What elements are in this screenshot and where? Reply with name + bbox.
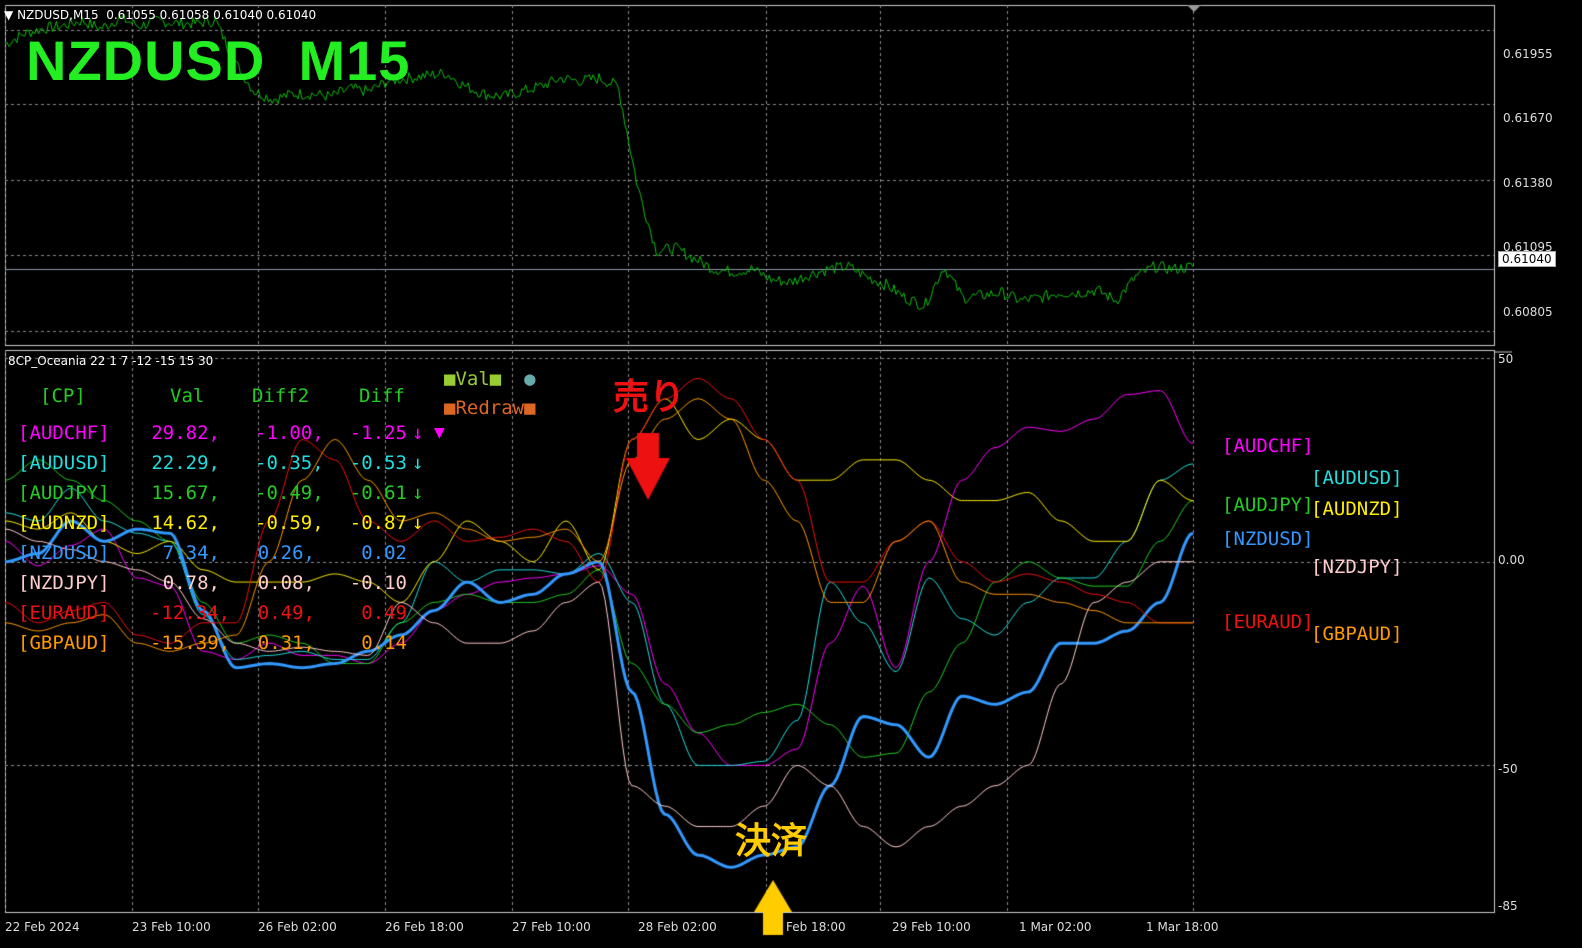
row-pair: [AUDNZD] xyxy=(18,512,110,534)
pair-label-gbpaud: [GBPAUD] xyxy=(1311,623,1403,645)
pair-label-audchf: [AUDCHF] xyxy=(1222,435,1314,457)
legend-redraw-square-icon: ■ xyxy=(524,397,536,419)
time-axis-label: 28 Feb 02:00 xyxy=(638,920,717,934)
row-pair: [EURAUD] xyxy=(18,602,110,624)
pair-label-nzdjpy: [NZDJPY] xyxy=(1311,556,1403,578)
time-axis-label: 22 Feb 2024 xyxy=(5,920,80,934)
current-price-label: 0.61040 xyxy=(1498,251,1556,267)
pair-label-audjpy: [AUDJPY] xyxy=(1222,494,1314,516)
table-header-cp: [CP] xyxy=(40,385,86,407)
row-diff2: -0.35, xyxy=(255,452,324,474)
time-axis-label: 1 Mar 02:00 xyxy=(1019,920,1092,934)
legend-val-square-icon: ■ xyxy=(444,368,456,390)
table-header-diff: Diff xyxy=(359,385,405,407)
row-val: 22.29, xyxy=(151,452,220,474)
symbol-info: NZDUSD,M15 0.61055 0.61058 0.61040 0.610… xyxy=(17,8,317,22)
pair-label-audusd: [AUDUSD] xyxy=(1311,467,1403,489)
row-pair: [GBPAUD] xyxy=(18,632,110,654)
time-axis-label: 26 Feb 18:00 xyxy=(385,920,464,934)
indicator-axis-label: 0.00 xyxy=(1498,553,1525,567)
row-diff2: 0.49, xyxy=(257,602,315,624)
row-pair: [AUDCHF] xyxy=(18,422,110,444)
row-diff: 0.14 xyxy=(361,632,407,654)
row-diff: -1.25 xyxy=(349,422,407,444)
row-val: 7.34, xyxy=(162,542,220,564)
row-diff2: 0.08, xyxy=(257,572,315,594)
table-header-val: Val xyxy=(170,385,205,407)
row-diff: -0.53 xyxy=(349,452,407,474)
row-val: -15.39, xyxy=(150,632,231,654)
indicator-axis-label: -50 xyxy=(1498,762,1518,776)
row-pair: [AUDJPY] xyxy=(18,482,110,504)
row-diff: -0.87 xyxy=(349,512,407,534)
time-axis-label: 29 Feb 10:00 xyxy=(892,920,971,934)
row-val: 14.62, xyxy=(151,512,220,534)
table-header-diff2: Diff2 xyxy=(252,385,310,407)
price-axis-label: 0.61670 xyxy=(1503,111,1553,125)
legend-redraw: ■Redraw■ xyxy=(444,397,536,419)
pair-label-audnzd: [AUDNZD] xyxy=(1311,498,1403,520)
row-diff: -0.10 xyxy=(349,572,407,594)
time-axis-label: 23 Feb 10:00 xyxy=(132,920,211,934)
row-arrow-icon: ↓ xyxy=(412,482,424,504)
legend-val: ■Val■ ● xyxy=(444,368,536,390)
symbol-header: ▼ NZDUSD,M15 0.61055 0.61058 0.61040 0.6… xyxy=(4,8,316,22)
row-pair: [AUDUSD] xyxy=(18,452,110,474)
row-pair: [NZDUSD] xyxy=(18,542,110,564)
pair-label-nzdusd: [NZDUSD] xyxy=(1222,528,1314,550)
indicator-axis-label: 50 xyxy=(1498,352,1514,366)
row-arrow-icon: ↓ xyxy=(412,452,424,474)
row-arrow-icon: ↓ xyxy=(412,422,424,444)
price-axis-label: 0.61955 xyxy=(1503,47,1553,61)
row-val: 29.82, xyxy=(151,422,220,444)
row-val: -12.34, xyxy=(150,602,231,624)
row-val: 15.67, xyxy=(151,482,220,504)
settle-annotation: 決済 xyxy=(735,821,808,862)
row-diff2: 0.31, xyxy=(257,632,315,654)
row-diff: 0.02 xyxy=(361,542,407,564)
magenta-marker-icon: ▼ xyxy=(434,425,445,441)
collapse-triangle-icon[interactable]: ▼ xyxy=(4,8,13,22)
chart-big-title: NZDUSD M15 xyxy=(26,29,411,92)
row-diff2: 0.26, xyxy=(257,542,315,564)
price-axis-label: 0.61380 xyxy=(1503,176,1553,190)
row-diff: -0.61 xyxy=(349,482,407,504)
indicator-name: 8CP_Oceania 22 1 7 -12 -15 15 30 xyxy=(8,354,214,368)
legend-redraw-square-icon: ■ xyxy=(444,397,456,419)
row-arrow-icon: ↓ xyxy=(412,512,424,534)
row-diff2: -1.00, xyxy=(255,422,324,444)
row-val: 0.78, xyxy=(162,572,220,594)
row-diff2: -0.49, xyxy=(255,482,324,504)
row-pair: [NZDJPY] xyxy=(18,572,110,594)
row-diff2: -0.59, xyxy=(255,512,324,534)
legend-circle-icon: ● xyxy=(524,368,536,390)
time-axis-label: 27 Feb 10:00 xyxy=(512,920,591,934)
row-diff: 0.49 xyxy=(361,602,407,624)
legend-val-square-icon: ■ xyxy=(489,368,502,390)
time-axis-label: Feb 18:00 xyxy=(786,920,846,934)
pair-label-euraud: [EURAUD] xyxy=(1222,611,1314,633)
price-axis-label: 0.60805 xyxy=(1503,305,1553,319)
time-axis-label: 26 Feb 02:00 xyxy=(258,920,337,934)
time-axis-label: 1 Mar 18:00 xyxy=(1146,920,1219,934)
indicator-axis-label: -85 xyxy=(1498,899,1518,913)
sell-annotation: 売り xyxy=(613,377,686,418)
